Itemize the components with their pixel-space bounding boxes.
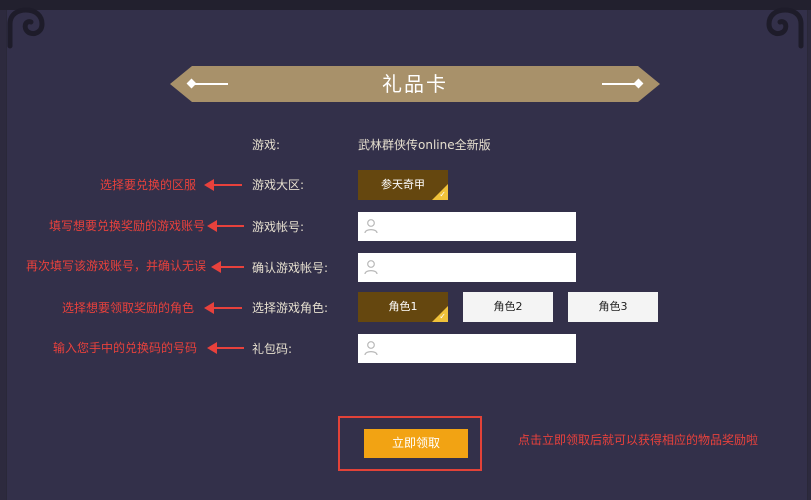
annotation-server: 选择要兑换的区服 — [100, 178, 197, 192]
checkmark-glyph: ✓ — [439, 190, 446, 199]
gift-code-input[interactable] — [384, 334, 572, 363]
title-banner: 礼品卡 — [170, 66, 660, 102]
annotation-gift-code: 输入您手中的兑换码的号码 — [53, 341, 198, 355]
role-option-label: 角色3 — [598, 300, 628, 313]
arrow-left-icon — [204, 179, 242, 191]
account-field[interactable] — [358, 212, 576, 241]
game-label: 游戏: — [252, 138, 281, 152]
server-label: 游戏大区: — [252, 178, 305, 192]
user-icon — [364, 341, 378, 356]
gift-code-field[interactable] — [358, 334, 576, 363]
role-option-2[interactable]: 角色2 — [463, 292, 553, 322]
role-option-1[interactable]: 角色1 ✓ — [358, 292, 448, 322]
game-value: 武林群侠传online全新版 — [358, 138, 491, 152]
cloud-ornament-icon — [766, 7, 804, 49]
gift-code-label: 礼包码: — [252, 342, 293, 356]
top-bar — [0, 0, 811, 10]
account-input[interactable] — [384, 212, 572, 241]
page-title: 礼品卡 — [382, 72, 448, 96]
annotation-account-confirm: 再次填写该游戏账号，并确认无误 — [26, 259, 207, 273]
account-confirm-label: 确认游戏帐号: — [252, 261, 329, 275]
account-confirm-field[interactable] — [358, 253, 576, 282]
account-label: 游戏帐号: — [252, 220, 305, 234]
cloud-ornament-icon — [7, 7, 45, 49]
user-icon — [364, 219, 378, 234]
annotation-role: 选择想要领取奖励的角色 — [62, 301, 195, 315]
server-option-label: 参天奇甲 — [381, 178, 425, 191]
arrow-left-icon — [207, 342, 244, 354]
arrow-left-icon — [204, 302, 242, 314]
role-option-label: 角色1 — [388, 300, 418, 313]
arrow-left-icon — [207, 220, 244, 232]
checkmark-glyph: ✓ — [439, 312, 446, 321]
annotation-account: 填写想要兑换奖励的游戏账号 — [49, 219, 206, 233]
arrow-left-icon — [211, 261, 244, 273]
role-option-label: 角色2 — [493, 300, 523, 313]
claim-button[interactable]: 立即领取 — [364, 429, 468, 458]
role-label: 选择游戏角色: — [252, 301, 329, 315]
user-icon — [364, 260, 378, 275]
role-option-3[interactable]: 角色3 — [568, 292, 658, 322]
annotation-submit: 点击立即领取后就可以获得相应的物品奖励啦 — [518, 433, 759, 447]
server-option[interactable]: 参天奇甲 ✓ — [358, 170, 448, 200]
account-confirm-input[interactable] — [384, 253, 572, 282]
